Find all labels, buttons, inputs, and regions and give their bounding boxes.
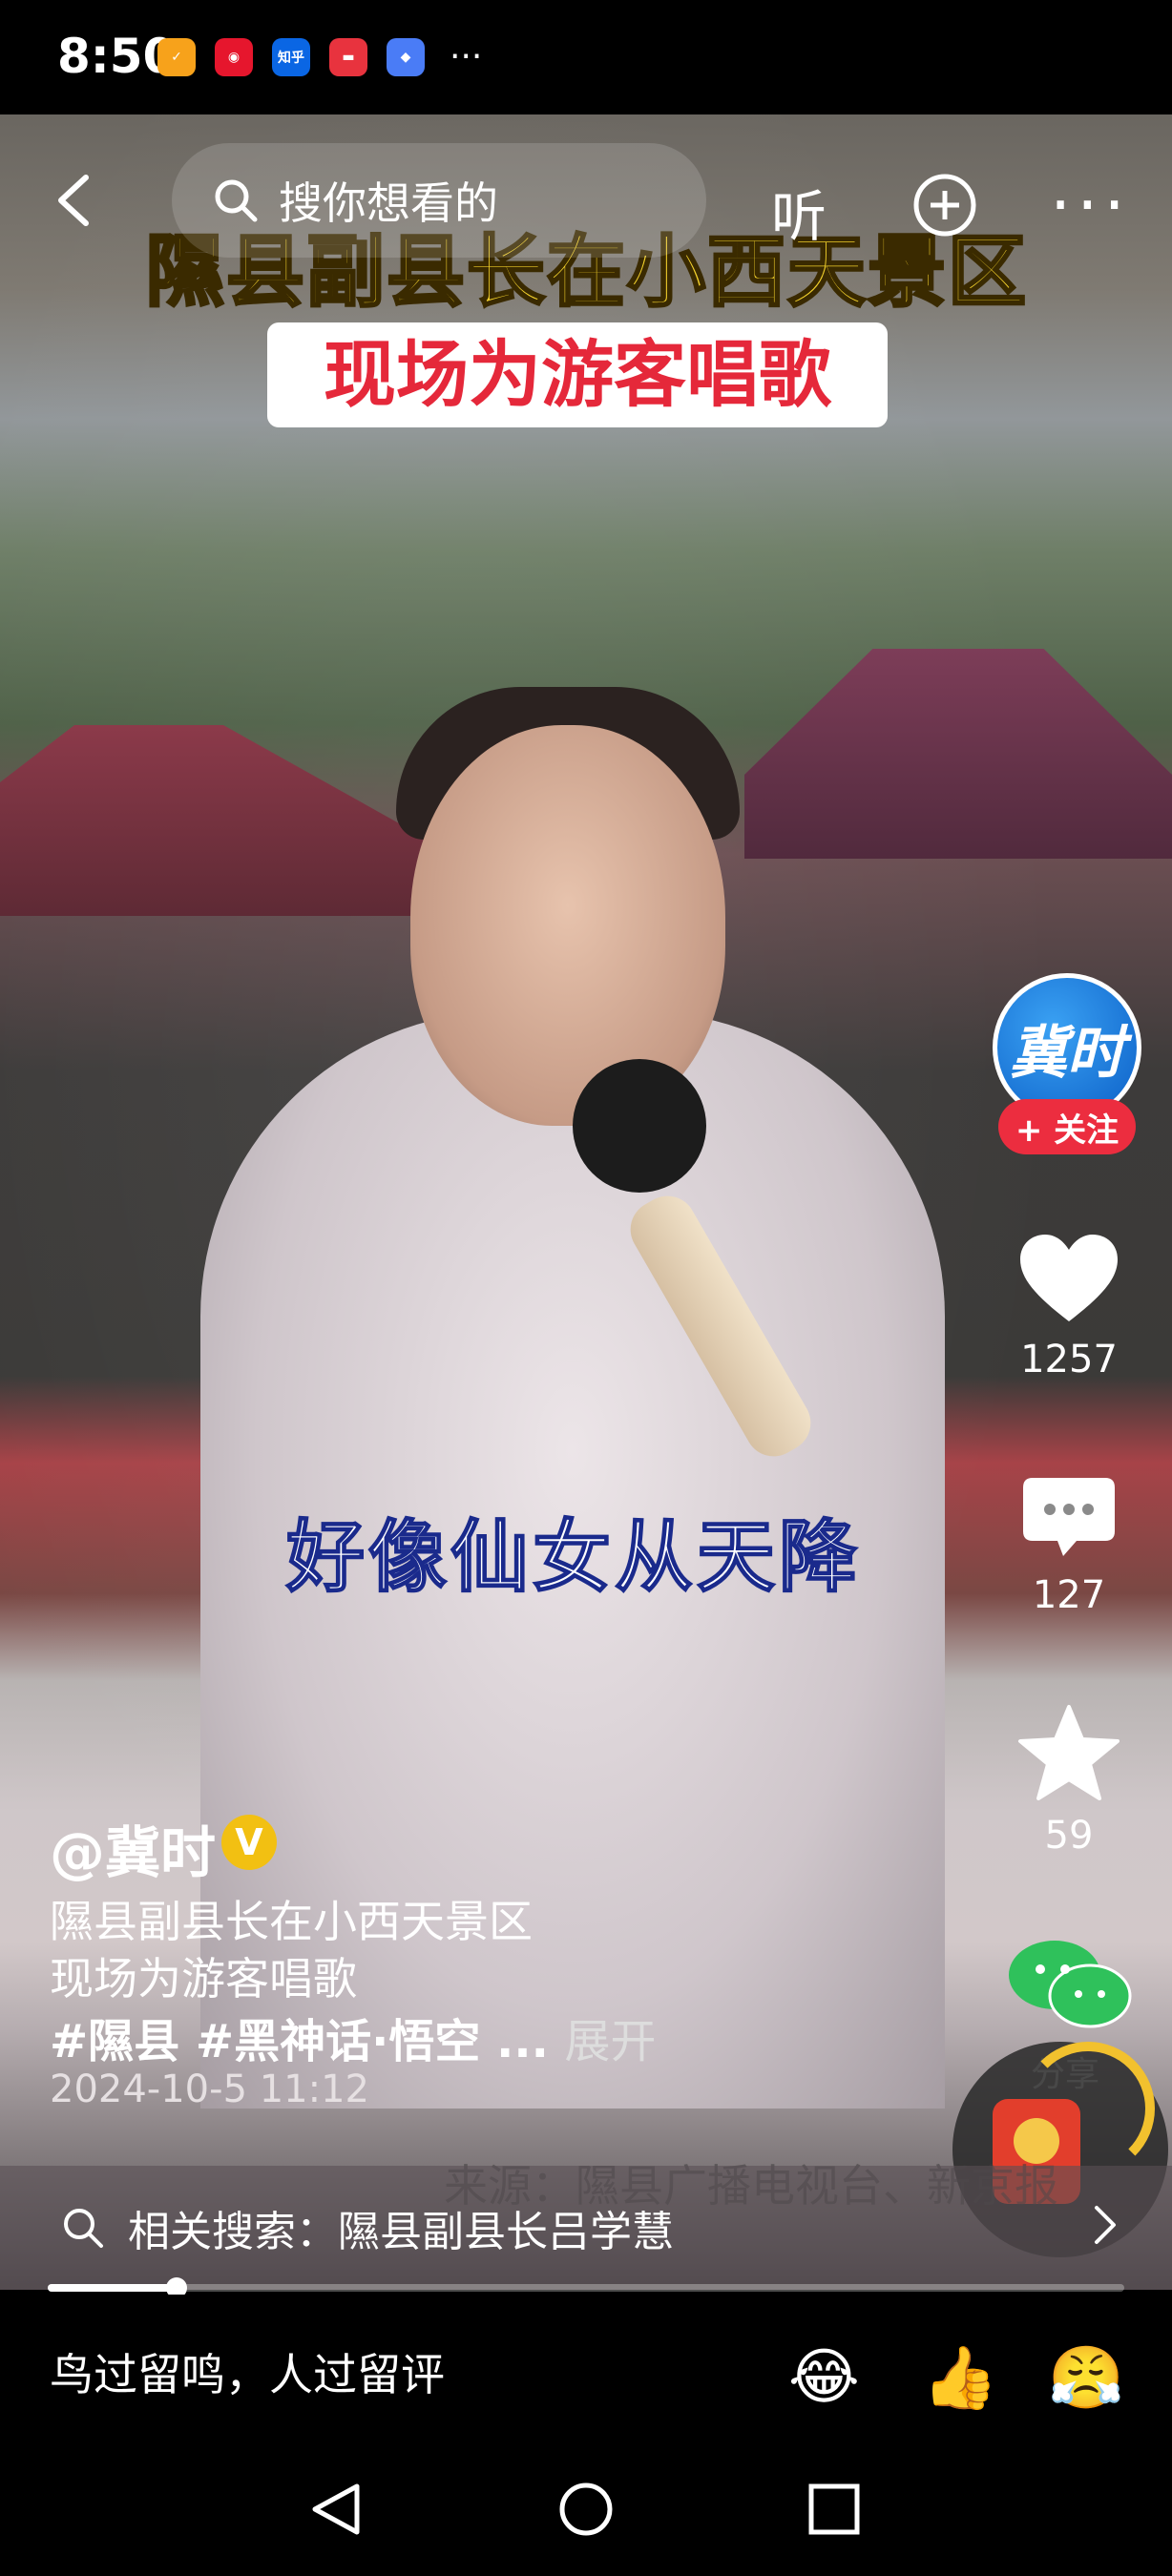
comment-icon xyxy=(1023,1478,1115,1556)
thumbs-up-emoji-icon[interactable]: 👍 xyxy=(922,2342,998,2414)
status-app-icons: ✓ ◉ 知乎 ▬ ◆ ··· xyxy=(157,38,482,76)
nav-home-icon[interactable] xyxy=(557,2481,615,2538)
video-title-line2: 现场为游客唱歌 xyxy=(324,332,831,417)
comment-bar: 鸟过留鸣，人过留评 😂 👍 😤 xyxy=(0,2295,1172,2442)
singer-head xyxy=(410,725,725,1126)
related-search-text: 相关搜索：隰县副县长吕学慧 xyxy=(128,2208,674,2256)
related-search-icon xyxy=(64,2209,103,2248)
author-name[interactable]: @冀时 xyxy=(50,1808,216,1888)
add-icon[interactable] xyxy=(911,172,978,239)
star-icon xyxy=(1018,1705,1120,1800)
like-button[interactable]: 1257 xyxy=(993,1231,1145,1381)
tent-right xyxy=(744,649,1172,859)
more-options-icon[interactable]: ··· xyxy=(1050,172,1131,239)
related-search-bar[interactable]: 相关搜索：隰县副县长吕学慧 xyxy=(0,2166,1172,2290)
caption-line2: 现场为游客唱歌 xyxy=(50,1953,357,2005)
verified-badge-icon: V xyxy=(221,1815,277,1870)
nav-recents-icon[interactable] xyxy=(807,2483,861,2536)
microphone xyxy=(573,1059,706,1193)
comment-count: 127 xyxy=(1032,1573,1106,1617)
wechat-share-icon[interactable] xyxy=(1002,1937,1136,2032)
follow-button[interactable]: + 关注 xyxy=(998,1099,1136,1154)
caption-line1: 隰县副县长在小西天景区 xyxy=(50,1896,533,1947)
huawei-icon: ▬ xyxy=(329,38,367,76)
chevron-right-icon xyxy=(1095,2206,1116,2244)
taobao-icon: ✓ xyxy=(157,38,196,76)
app-icon: ◆ xyxy=(387,38,425,76)
video-progress-bar[interactable] xyxy=(48,2277,1124,2298)
status-bar: 8:50 ✓ ◉ 知乎 ▬ ◆ ··· xyxy=(0,0,1172,114)
avatar-text: 冀时 xyxy=(1010,1019,1124,1087)
zhihu-icon: 知乎 xyxy=(272,38,310,76)
search-icon xyxy=(215,179,258,222)
comment-input[interactable]: 鸟过留鸣，人过留评 xyxy=(50,2340,445,2403)
laugh-emoji-icon[interactable]: 😂 xyxy=(788,2342,860,2413)
system-nav-bar xyxy=(0,2442,1172,2576)
comment-button[interactable]: 127 xyxy=(993,1474,1145,1617)
angry-emoji-icon[interactable]: 😤 xyxy=(1048,2342,1124,2414)
nav-back-icon[interactable] xyxy=(307,2481,365,2538)
search-placeholder: 搜你想看的 xyxy=(279,177,498,229)
hashtags[interactable]: #隰县 #黑神话·悟空 ... xyxy=(50,2015,549,2068)
weibo-icon: ◉ xyxy=(215,38,253,76)
post-date: 2024-10-5 11:12 xyxy=(50,2067,369,2111)
favorite-count: 59 xyxy=(1044,1814,1094,1858)
expand-link[interactable]: 展开 xyxy=(565,2015,657,2068)
zhihu-label: 知乎 xyxy=(278,51,304,66)
more-notifications-icon: ··· xyxy=(450,37,483,76)
like-count: 1257 xyxy=(1020,1338,1118,1381)
listen-button[interactable]: 听 xyxy=(771,172,827,252)
caption-tags[interactable]: #隰县 #黑神话·悟空 ... 展开 xyxy=(50,2004,657,2070)
search-input[interactable]: 搜你想看的 xyxy=(172,143,706,258)
lyric-subtitle: 好像仙女从天降 xyxy=(285,1511,862,1604)
favorite-button[interactable]: 59 xyxy=(993,1703,1145,1858)
heart-icon xyxy=(1020,1235,1118,1321)
back-icon[interactable] xyxy=(48,172,105,229)
progress-fill xyxy=(48,2284,178,2292)
